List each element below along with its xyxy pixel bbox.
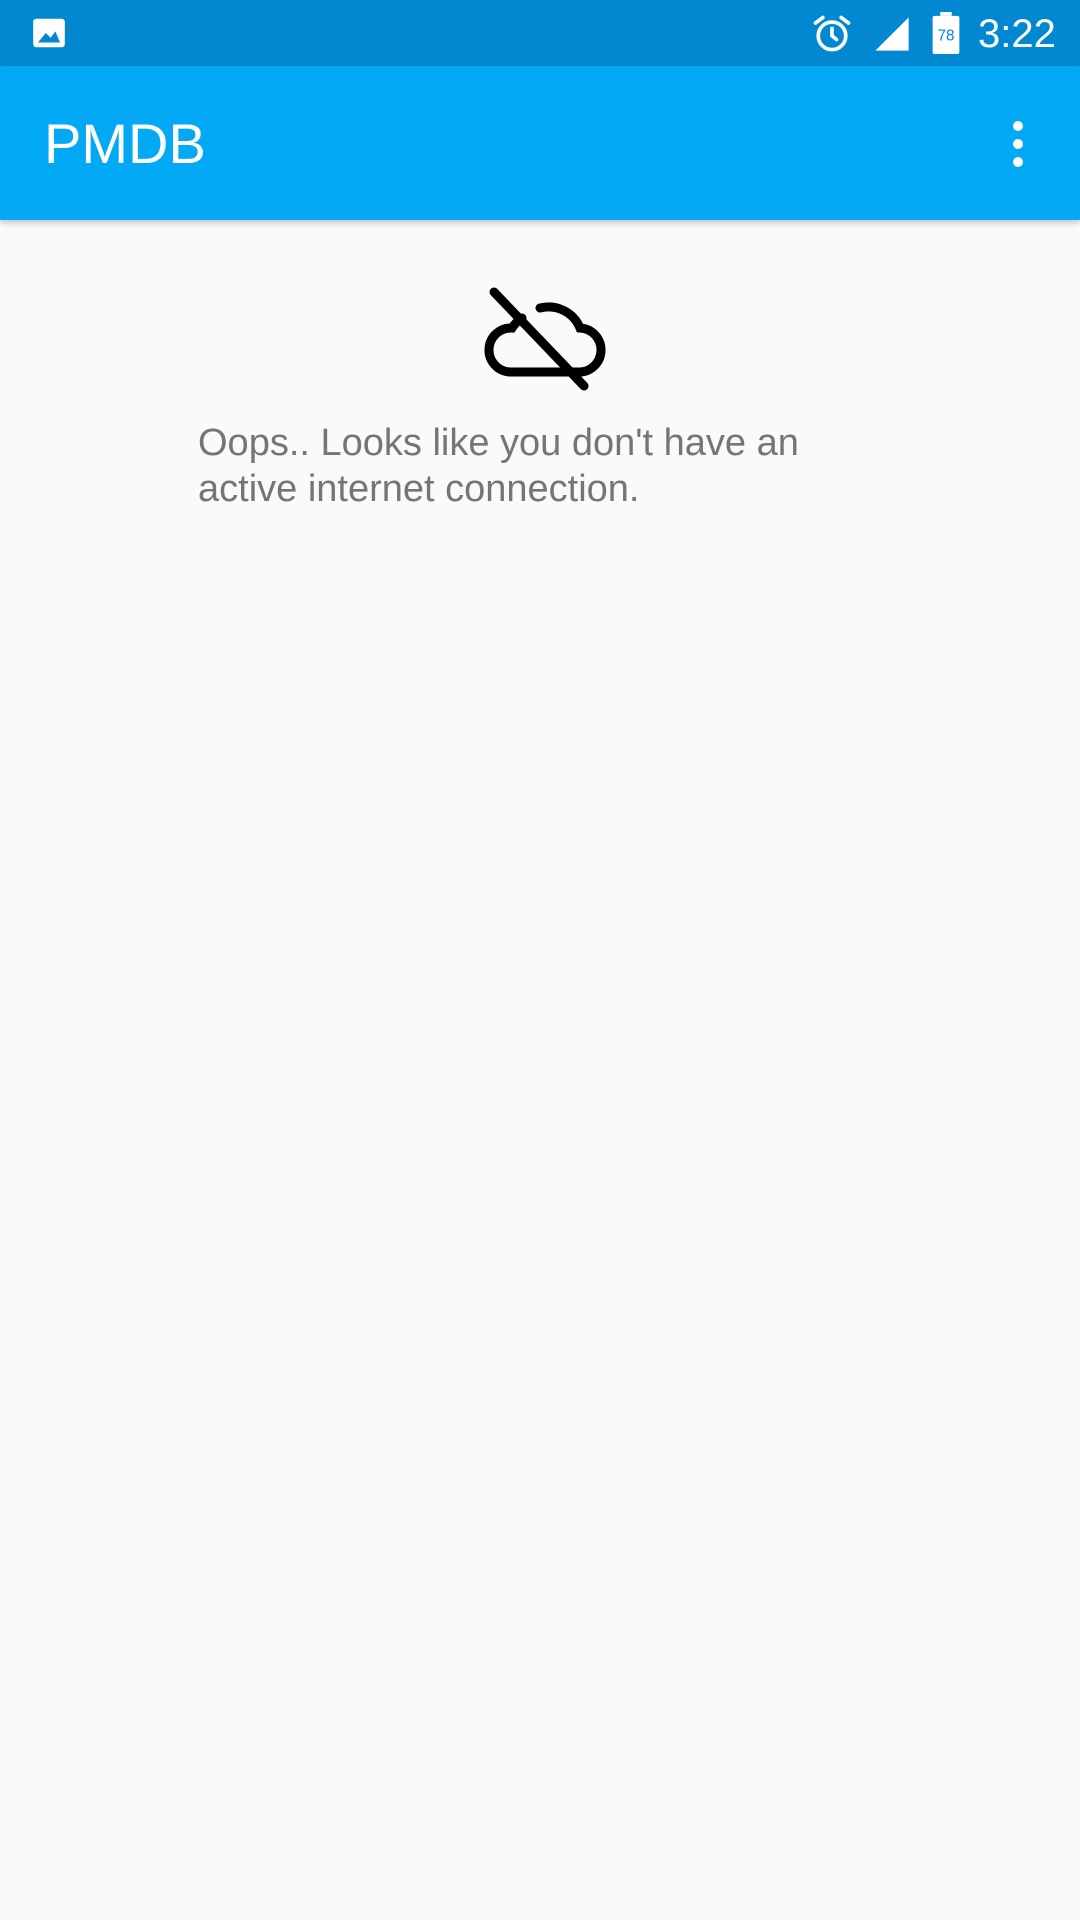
battery-level: 78 [938,28,955,45]
image-icon [30,14,68,52]
signal-icon [872,14,912,54]
more-vert-icon[interactable] [990,114,1046,174]
app-title: PMDB [44,112,206,175]
battery-icon: 78 [932,12,960,54]
no-connection-message: Oops.. Looks like you don't have an acti… [198,422,799,510]
alarm-icon [810,12,854,56]
cloud-off-icon [470,282,610,392]
app-bar: PMDB [0,66,1080,220]
main-content: Oops.. Looks like you don't have an acti… [0,220,1080,1920]
status-time: 3:22 [978,12,1056,56]
status-bar: 78 3:22 [0,0,1080,66]
